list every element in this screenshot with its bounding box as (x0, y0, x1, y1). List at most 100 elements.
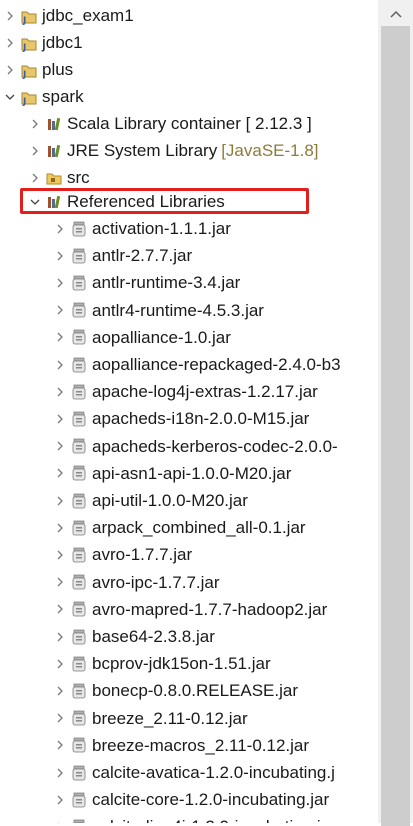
scroll-up-arrow-icon[interactable] (378, 3, 413, 25)
tree-item-jar[interactable]: arpack_combined_all-0.1.jar (54, 514, 306, 541)
jar-file-icon (70, 410, 88, 428)
tree-item-jar[interactable]: avro-1.7.7.jar (54, 541, 192, 568)
tree-item-label: api-asn1-api-1.0.0-M20.jar (92, 460, 291, 487)
svg-text:J: J (22, 16, 26, 25)
tree-item-label: breeze_2.11-0.12.jar (92, 705, 248, 732)
package-explorer-tree: J jdbc_exam1 J jdbc1 J plus J spark Scal… (0, 0, 378, 823)
tree-item-jar[interactable]: antlr-runtime-3.4.jar (54, 269, 240, 296)
chevron-right-icon[interactable] (54, 297, 66, 324)
tree-item-label: avro-1.7.7.jar (92, 541, 192, 568)
chevron-right-icon[interactable] (54, 324, 66, 351)
tree-item-label: apache-log4j-extras-1.2.17.jar (92, 378, 318, 405)
jar-file-icon (70, 437, 88, 455)
chevron-right-icon[interactable] (54, 596, 66, 623)
chevron-down-icon[interactable] (29, 188, 41, 215)
tree-item-project[interactable]: J jdbc1 (4, 29, 83, 56)
tree-item-jar[interactable]: antlr-2.7.7.jar (54, 242, 192, 269)
library-container-icon (45, 115, 63, 133)
tree-item-jar[interactable]: activation-1.1.1.jar (54, 215, 231, 242)
tree-item-label: bcprov-jdk15on-1.51.jar (92, 650, 271, 677)
chevron-right-icon[interactable] (54, 460, 66, 487)
tree-item-jar[interactable]: apacheds-i18n-2.0.0-M15.jar (54, 405, 309, 432)
library-container-icon (45, 193, 63, 211)
tree-item-label: src (67, 164, 90, 191)
tree-item-jar[interactable]: apache-log4j-extras-1.2.17.jar (54, 378, 318, 405)
tree-item-jar[interactable]: api-asn1-api-1.0.0-M20.jar (54, 460, 291, 487)
chevron-right-icon[interactable] (54, 514, 66, 541)
chevron-right-icon[interactable] (54, 269, 66, 296)
tree-item-jar[interactable]: api-util-1.0.0-M20.jar (54, 487, 248, 514)
jre-version-decoration: [JavaSE-1.8] (221, 137, 318, 164)
chevron-right-icon[interactable] (54, 378, 66, 405)
chevron-right-icon[interactable] (54, 623, 66, 650)
chevron-right-icon[interactable] (29, 137, 41, 164)
tree-item-jar[interactable]: breeze_2.11-0.12.jar (54, 705, 248, 732)
jar-file-icon (70, 791, 88, 809)
tree-item-jar[interactable]: avro-mapred-1.7.7-hadoop2.jar (54, 596, 327, 623)
svg-text:J: J (22, 70, 26, 79)
chevron-right-icon[interactable] (54, 242, 66, 269)
tree-item-src-folder[interactable]: src (29, 164, 90, 191)
chevron-right-icon[interactable] (54, 677, 66, 704)
chevron-right-icon[interactable] (54, 786, 66, 813)
tree-item-scala-library[interactable]: Scala Library container [ 2.12.3 ] (29, 110, 312, 137)
tree-item-jar[interactable]: breeze-macros_2.11-0.12.jar (54, 732, 309, 759)
chevron-right-icon[interactable] (54, 405, 66, 432)
chevron-right-icon[interactable] (4, 56, 16, 83)
chevron-right-icon[interactable] (54, 650, 66, 677)
chevron-down-icon[interactable] (4, 83, 16, 110)
jar-file-icon (70, 356, 88, 374)
chevron-right-icon[interactable] (54, 487, 66, 514)
tree-item-label: aopalliance-repackaged-2.4.0-b3 (92, 351, 341, 378)
jar-file-icon (70, 274, 88, 292)
tree-item-jar[interactable]: calcite-linq4j-1.2.0-incubating.ja (54, 813, 330, 823)
java-project-icon: J (20, 88, 38, 106)
chevron-right-icon[interactable] (54, 351, 66, 378)
jar-file-icon (70, 818, 88, 823)
jar-file-icon (70, 655, 88, 673)
chevron-right-icon[interactable] (54, 541, 66, 568)
tree-item-label: calcite-avatica-1.2.0-incubating.j (92, 759, 335, 786)
chevron-right-icon[interactable] (4, 2, 16, 29)
tree-item-label: JRE System Library (67, 137, 217, 164)
jar-file-icon (70, 464, 88, 482)
tree-item-label: jdbc1 (42, 29, 83, 56)
tree-item-jar[interactable]: calcite-avatica-1.2.0-incubating.j (54, 759, 335, 786)
tree-item-label: calcite-core-1.2.0-incubating.jar (92, 786, 329, 813)
chevron-right-icon[interactable] (29, 164, 41, 191)
tree-item-project[interactable]: J plus (4, 56, 73, 83)
tree-item-project[interactable]: J spark (4, 83, 84, 110)
jar-file-icon (70, 492, 88, 510)
tree-item-jar[interactable]: base64-2.3.8.jar (54, 623, 215, 650)
jar-file-icon (70, 301, 88, 319)
tree-item-label: spark (42, 83, 84, 110)
tree-item-referenced-libraries[interactable]: Referenced Libraries (29, 188, 225, 215)
jar-file-icon (70, 383, 88, 401)
tree-item-jar[interactable]: antlr4-runtime-4.5.3.jar (54, 297, 264, 324)
chevron-right-icon[interactable] (29, 110, 41, 137)
chevron-right-icon[interactable] (54, 433, 66, 460)
scrollbar-thumb[interactable] (381, 26, 410, 826)
tree-item-jar[interactable]: calcite-core-1.2.0-incubating.jar (54, 786, 329, 813)
tree-item-jar[interactable]: aopalliance-1.0.jar (54, 324, 231, 351)
chevron-right-icon[interactable] (54, 705, 66, 732)
tree-item-label: avro-ipc-1.7.7.jar (92, 569, 220, 596)
chevron-right-icon[interactable] (54, 813, 66, 823)
tree-item-jar[interactable]: bcprov-jdk15on-1.51.jar (54, 650, 271, 677)
chevron-right-icon[interactable] (54, 569, 66, 596)
chevron-right-icon[interactable] (54, 215, 66, 242)
tree-item-project[interactable]: J jdbc_exam1 (4, 2, 134, 29)
chevron-right-icon[interactable] (4, 29, 16, 56)
chevron-right-icon[interactable] (54, 759, 66, 786)
chevron-right-icon[interactable] (54, 732, 66, 759)
tree-item-jar[interactable]: bonecp-0.8.0.RELEASE.jar (54, 677, 298, 704)
tree-item-jar[interactable]: aopalliance-repackaged-2.4.0-b3 (54, 351, 341, 378)
tree-item-label: antlr4-runtime-4.5.3.jar (92, 297, 264, 324)
tree-item-jar[interactable]: apacheds-kerberos-codec-2.0.0- (54, 433, 338, 460)
tree-item-jre-library[interactable]: JRE System Library [JavaSE-1.8] (29, 137, 319, 164)
tree-item-jar[interactable]: avro-ipc-1.7.7.jar (54, 569, 220, 596)
vertical-scrollbar[interactable] (378, 0, 413, 823)
jar-file-icon (70, 573, 88, 591)
java-project-icon: J (20, 7, 38, 25)
tree-item-label: aopalliance-1.0.jar (92, 324, 231, 351)
